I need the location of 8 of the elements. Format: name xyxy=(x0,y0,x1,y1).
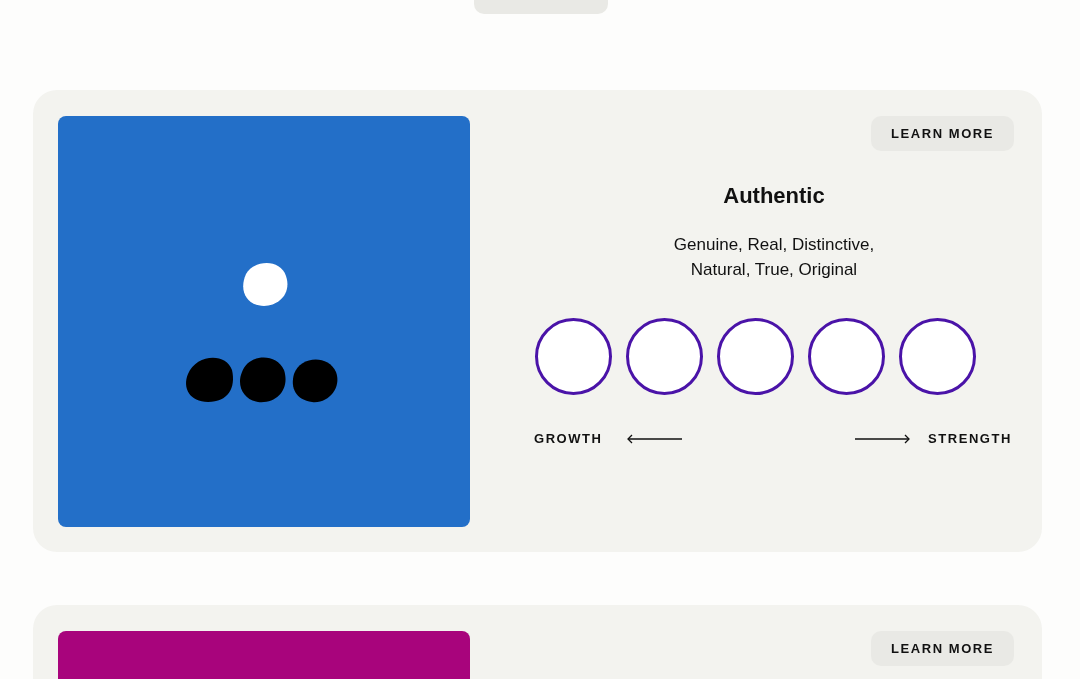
synonyms-text: Genuine, Real, Distinctive, Natural, True, Original xyxy=(672,234,876,281)
strength-label: STRENGTH xyxy=(928,430,1012,448)
left-arrow-icon xyxy=(626,433,683,444)
right-arrow-icon xyxy=(854,433,910,444)
card-title: Authentic xyxy=(722,182,826,210)
growth-label: GROWTH xyxy=(534,430,603,448)
learn-more-button[interactable]: LEARN MORE xyxy=(871,631,1014,666)
learn-more-button[interactable]: LEARN MORE xyxy=(871,116,1014,151)
